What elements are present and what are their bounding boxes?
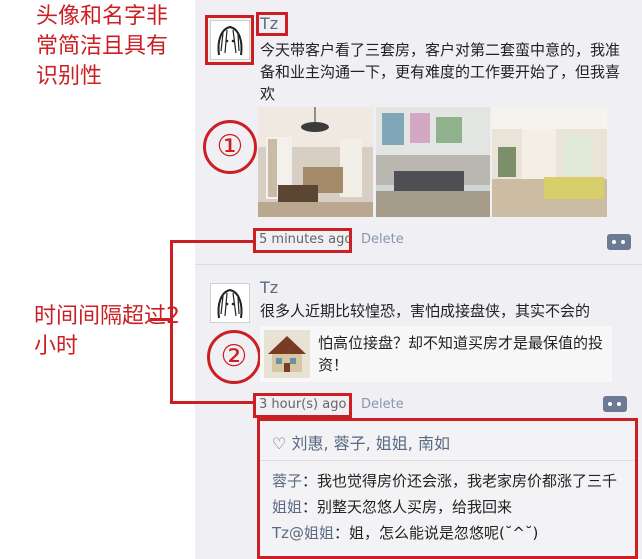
comment-icon[interactable] xyxy=(603,396,627,412)
bracket-vertical xyxy=(170,240,173,404)
timestamp2-highlight xyxy=(253,393,352,418)
comments-highlight xyxy=(257,418,638,559)
name-highlight xyxy=(256,12,288,36)
comment-icon[interactable] xyxy=(607,234,631,250)
time-gap-note: 时间间隔超过2小时 xyxy=(34,304,180,359)
open-plan-photo[interactable] xyxy=(492,107,607,217)
bracket-mid xyxy=(150,318,172,321)
shared-link-title: 怕高位接盘？却不知道买房才是最保值的投资！ xyxy=(318,334,604,374)
marker-1: ① xyxy=(203,120,257,174)
post2-text: 很多人近期比较惶恐，害怕成接盘侠，其实不会的 xyxy=(260,302,591,320)
bracket-bottom xyxy=(170,401,254,404)
avatar-highlight xyxy=(205,15,254,65)
living-room-photo[interactable] xyxy=(258,107,373,217)
post1-text: 今天带客户看了三套房，客户对第二套蛮中意的，我准备和业主沟通一下，更有难度的工作… xyxy=(260,41,621,103)
post2-delete-link[interactable]: Delete xyxy=(361,397,404,412)
post2-author[interactable]: Tz xyxy=(260,278,278,297)
timestamp1-highlight xyxy=(253,228,352,253)
shared-link-card[interactable]: 怕高位接盘？却不知道买房才是最保值的投资！ xyxy=(260,326,612,382)
house-thumbnail xyxy=(264,330,310,378)
avatar[interactable] xyxy=(210,283,250,323)
sofa-room-photo[interactable] xyxy=(376,107,490,217)
post1-delete-link[interactable]: Delete xyxy=(361,232,404,247)
girl-sketch-icon xyxy=(217,288,243,319)
bracket-top xyxy=(170,240,254,243)
marker-2: ② xyxy=(207,330,261,384)
avatar-name-note: 头像和名字非常简洁且具有识别性 xyxy=(36,4,169,89)
post-divider xyxy=(195,264,642,265)
